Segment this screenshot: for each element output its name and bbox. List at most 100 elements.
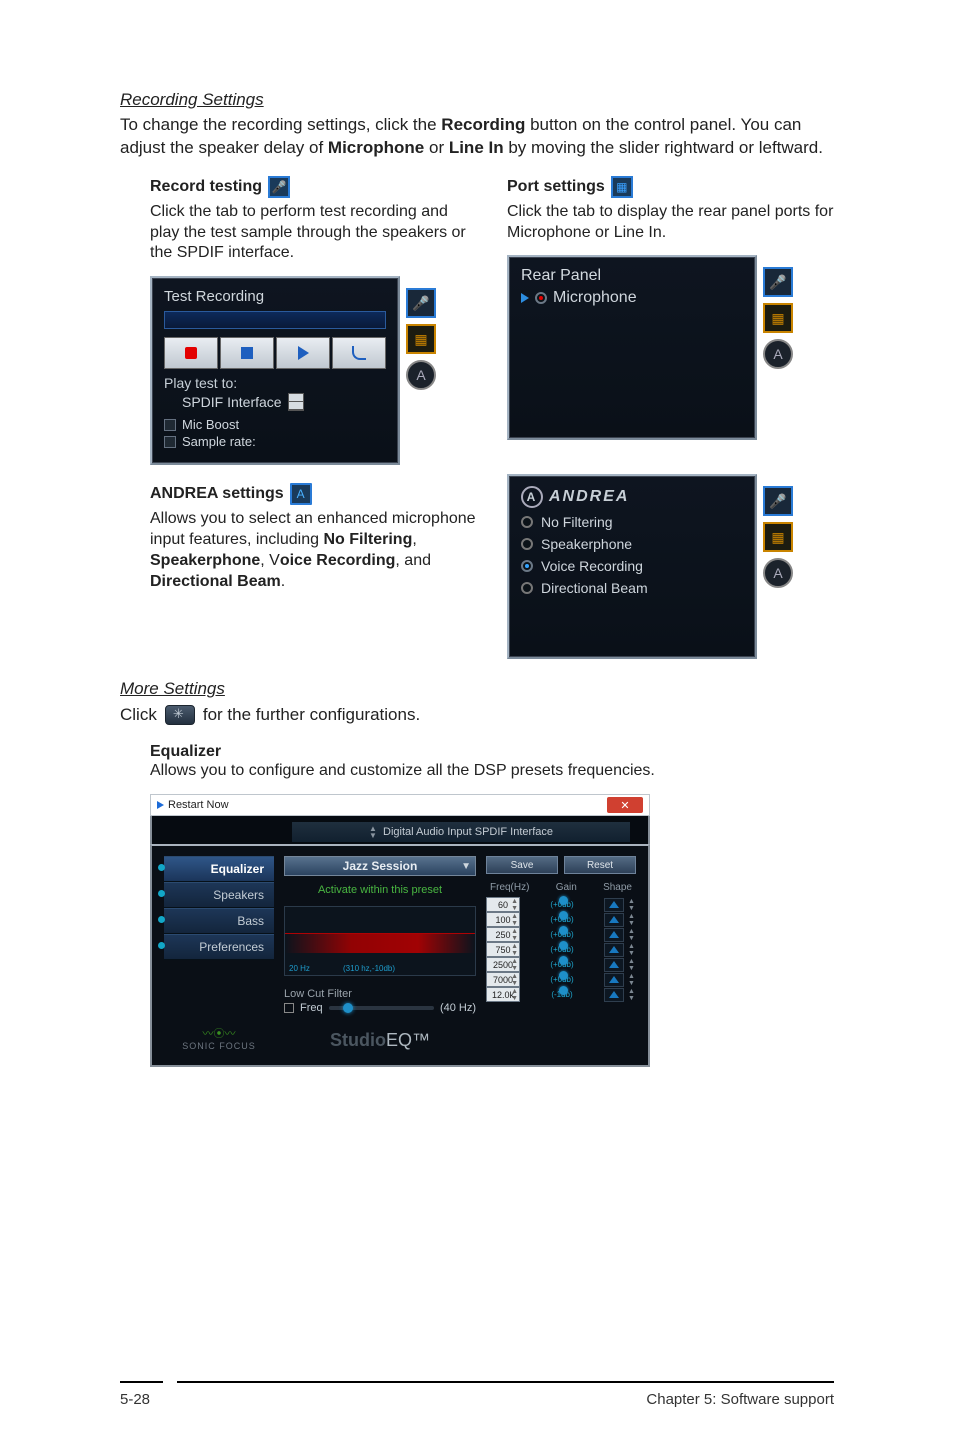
more-settings-title: More Settings (120, 679, 834, 699)
rear-panel: Rear Panel Microphone 🎤 ▦ A (507, 255, 757, 440)
shape-select[interactable] (604, 958, 624, 972)
expand-icon[interactable] (521, 293, 529, 303)
intro-bold1: Recording (441, 115, 525, 134)
opt-label: Directional Beam (541, 580, 648, 596)
preset-dropdown[interactable]: Jazz Session ▼ (284, 856, 476, 876)
port-icon: ▦ (611, 176, 633, 198)
stop-button[interactable] (220, 337, 274, 369)
sidebar-item-preferences[interactable]: Preferences (164, 934, 274, 960)
sample-rate-checkbox[interactable] (164, 436, 176, 448)
freq-input[interactable]: 2500▲▼ (486, 957, 520, 972)
more-settings-button[interactable] (165, 705, 195, 725)
shape-spinner[interactable]: ▲▼ (628, 898, 636, 912)
no-filtering-radio[interactable] (521, 516, 533, 528)
andrea-s3: , and (395, 552, 431, 569)
shape-select[interactable] (604, 973, 624, 987)
recording-meter (164, 311, 386, 329)
recording-settings-intro: To change the recording settings, click … (120, 114, 834, 160)
undo-button[interactable] (332, 337, 386, 369)
record-testing-title: Record testing (150, 178, 262, 196)
sidebar-item-speakers[interactable]: Speakers (164, 882, 274, 908)
recording-settings-title: Recording Settings (120, 90, 834, 110)
sample-rate-label: Sample rate: (182, 434, 256, 449)
freq-input[interactable]: 250▲▼ (486, 927, 520, 942)
speakerphone-radio[interactable] (521, 538, 533, 550)
equalizer-window: Restart Now ✕ ▲▼ Digital Audio Input SPD… (150, 794, 650, 1067)
side-tab-port-icon[interactable]: ▦ (763, 522, 793, 552)
shape-select[interactable] (604, 898, 624, 912)
play-icon (157, 801, 164, 809)
sonic-focus-icon: 〰⦿〰 (164, 1025, 274, 1041)
freq-input[interactable]: 750▲▼ (486, 942, 520, 957)
shape-spinner[interactable]: ▲▼ (628, 958, 636, 972)
play-button[interactable] (276, 337, 330, 369)
freq-input[interactable]: 60▲▼ (486, 897, 520, 912)
freq-input[interactable]: 100▲▼ (486, 912, 520, 927)
shape-spinner[interactable]: ▲▼ (628, 913, 636, 927)
chevron-down-icon: ▼ (461, 861, 471, 872)
reset-button[interactable]: Reset (564, 856, 636, 874)
freq-row: 250▲▼(+0db)▲▼ (486, 927, 636, 942)
record-button[interactable] (164, 337, 218, 369)
andrea-settings-title: ANDREA settings (150, 485, 284, 503)
port-settings-title: Port settings (507, 178, 605, 196)
test-recording-panel: Test Recording Play test to: SPDIF Inter… (150, 276, 400, 465)
col-gain: Gain (556, 882, 577, 893)
close-button[interactable]: ✕ (607, 797, 643, 813)
mic-boost-checkbox[interactable] (164, 419, 176, 431)
low-cut-checkbox[interactable] (284, 1003, 294, 1013)
sidebar-item-equalizer[interactable]: Equalizer (164, 856, 274, 882)
intro-bold3: Line In (449, 138, 504, 157)
andrea-icon: A (290, 483, 312, 505)
side-tab-mic-icon[interactable]: 🎤 (406, 288, 436, 318)
andrea-logo-icon: A (521, 486, 543, 508)
axis-label-left: 20 Hz (289, 964, 310, 973)
shape-select[interactable] (604, 928, 624, 942)
sonic-focus-label: SONIC FOCUS (164, 1041, 274, 1051)
port-settings-desc: Click the tab to display the rear panel … (507, 202, 834, 244)
save-button[interactable]: Save (486, 856, 558, 874)
spdif-input-bar[interactable]: ▲▼ Digital Audio Input SPDIF Interface (292, 822, 630, 842)
shape-select[interactable] (604, 943, 624, 957)
freq-input[interactable]: 12.0k▲▼ (486, 987, 520, 1002)
shape-spinner[interactable]: ▲▼ (628, 973, 636, 987)
shape-select[interactable] (604, 988, 624, 1002)
chapter-label: Chapter 5: Software support (646, 1391, 834, 1408)
shape-spinner[interactable]: ▲▼ (628, 943, 636, 957)
shape-spinner[interactable]: ▲▼ (628, 928, 636, 942)
record-testing-desc: Click the tab to perform test recording … (150, 202, 477, 264)
andrea-logo: A ANDREA (521, 486, 743, 508)
andrea-settings-desc: Allows you to select an enhanced microph… (150, 509, 477, 592)
directional-beam-radio[interactable] (521, 582, 533, 594)
col-shape: Shape (603, 882, 632, 893)
freq-row: 100▲▼(+0db)▲▼ (486, 912, 636, 927)
shape-select[interactable] (604, 913, 624, 927)
sidebar-item-bass[interactable]: Bass (164, 908, 274, 934)
freq-row: 7000▲▼(+0db)▲▼ (486, 972, 636, 987)
microphone-radio[interactable] (535, 292, 547, 304)
andrea-panel: A ANDREA No Filtering Speakerphone Voice… (507, 474, 757, 659)
intro-post: by moving the slider rightward or leftwa… (504, 138, 823, 157)
opt-label: Speakerphone (541, 536, 632, 552)
freq-input[interactable]: 7000▲▼ (486, 972, 520, 987)
spdif-spinner[interactable] (288, 393, 304, 411)
spdif-input-label: Digital Audio Input SPDIF Interface (383, 826, 553, 838)
side-tab-andrea-icon[interactable]: A (763, 339, 793, 369)
side-tab-port-icon[interactable]: ▦ (763, 303, 793, 333)
opt-label: No Filtering (541, 514, 613, 530)
andrea-logo-text: ANDREA (549, 488, 629, 506)
andrea-b3: oice Recording (280, 552, 396, 569)
microphone-label: Microphone (553, 289, 637, 307)
low-cut-slider[interactable] (329, 1006, 434, 1010)
side-tab-port-icon[interactable]: ▦ (406, 324, 436, 354)
side-tab-mic-icon[interactable]: 🎤 (763, 486, 793, 516)
preset-label: Jazz Session (343, 859, 418, 873)
side-tab-mic-icon[interactable]: 🎤 (763, 267, 793, 297)
equalizer-title: Equalizer (150, 743, 834, 761)
side-tab-andrea-icon[interactable]: A (763, 558, 793, 588)
side-tab-andrea-icon[interactable]: A (406, 360, 436, 390)
shape-spinner[interactable]: ▲▼ (628, 988, 636, 1002)
voice-recording-radio[interactable] (521, 560, 533, 572)
test-recording-panel-title: Test Recording (164, 288, 386, 305)
spinner-icon[interactable]: ▲▼ (369, 825, 377, 839)
